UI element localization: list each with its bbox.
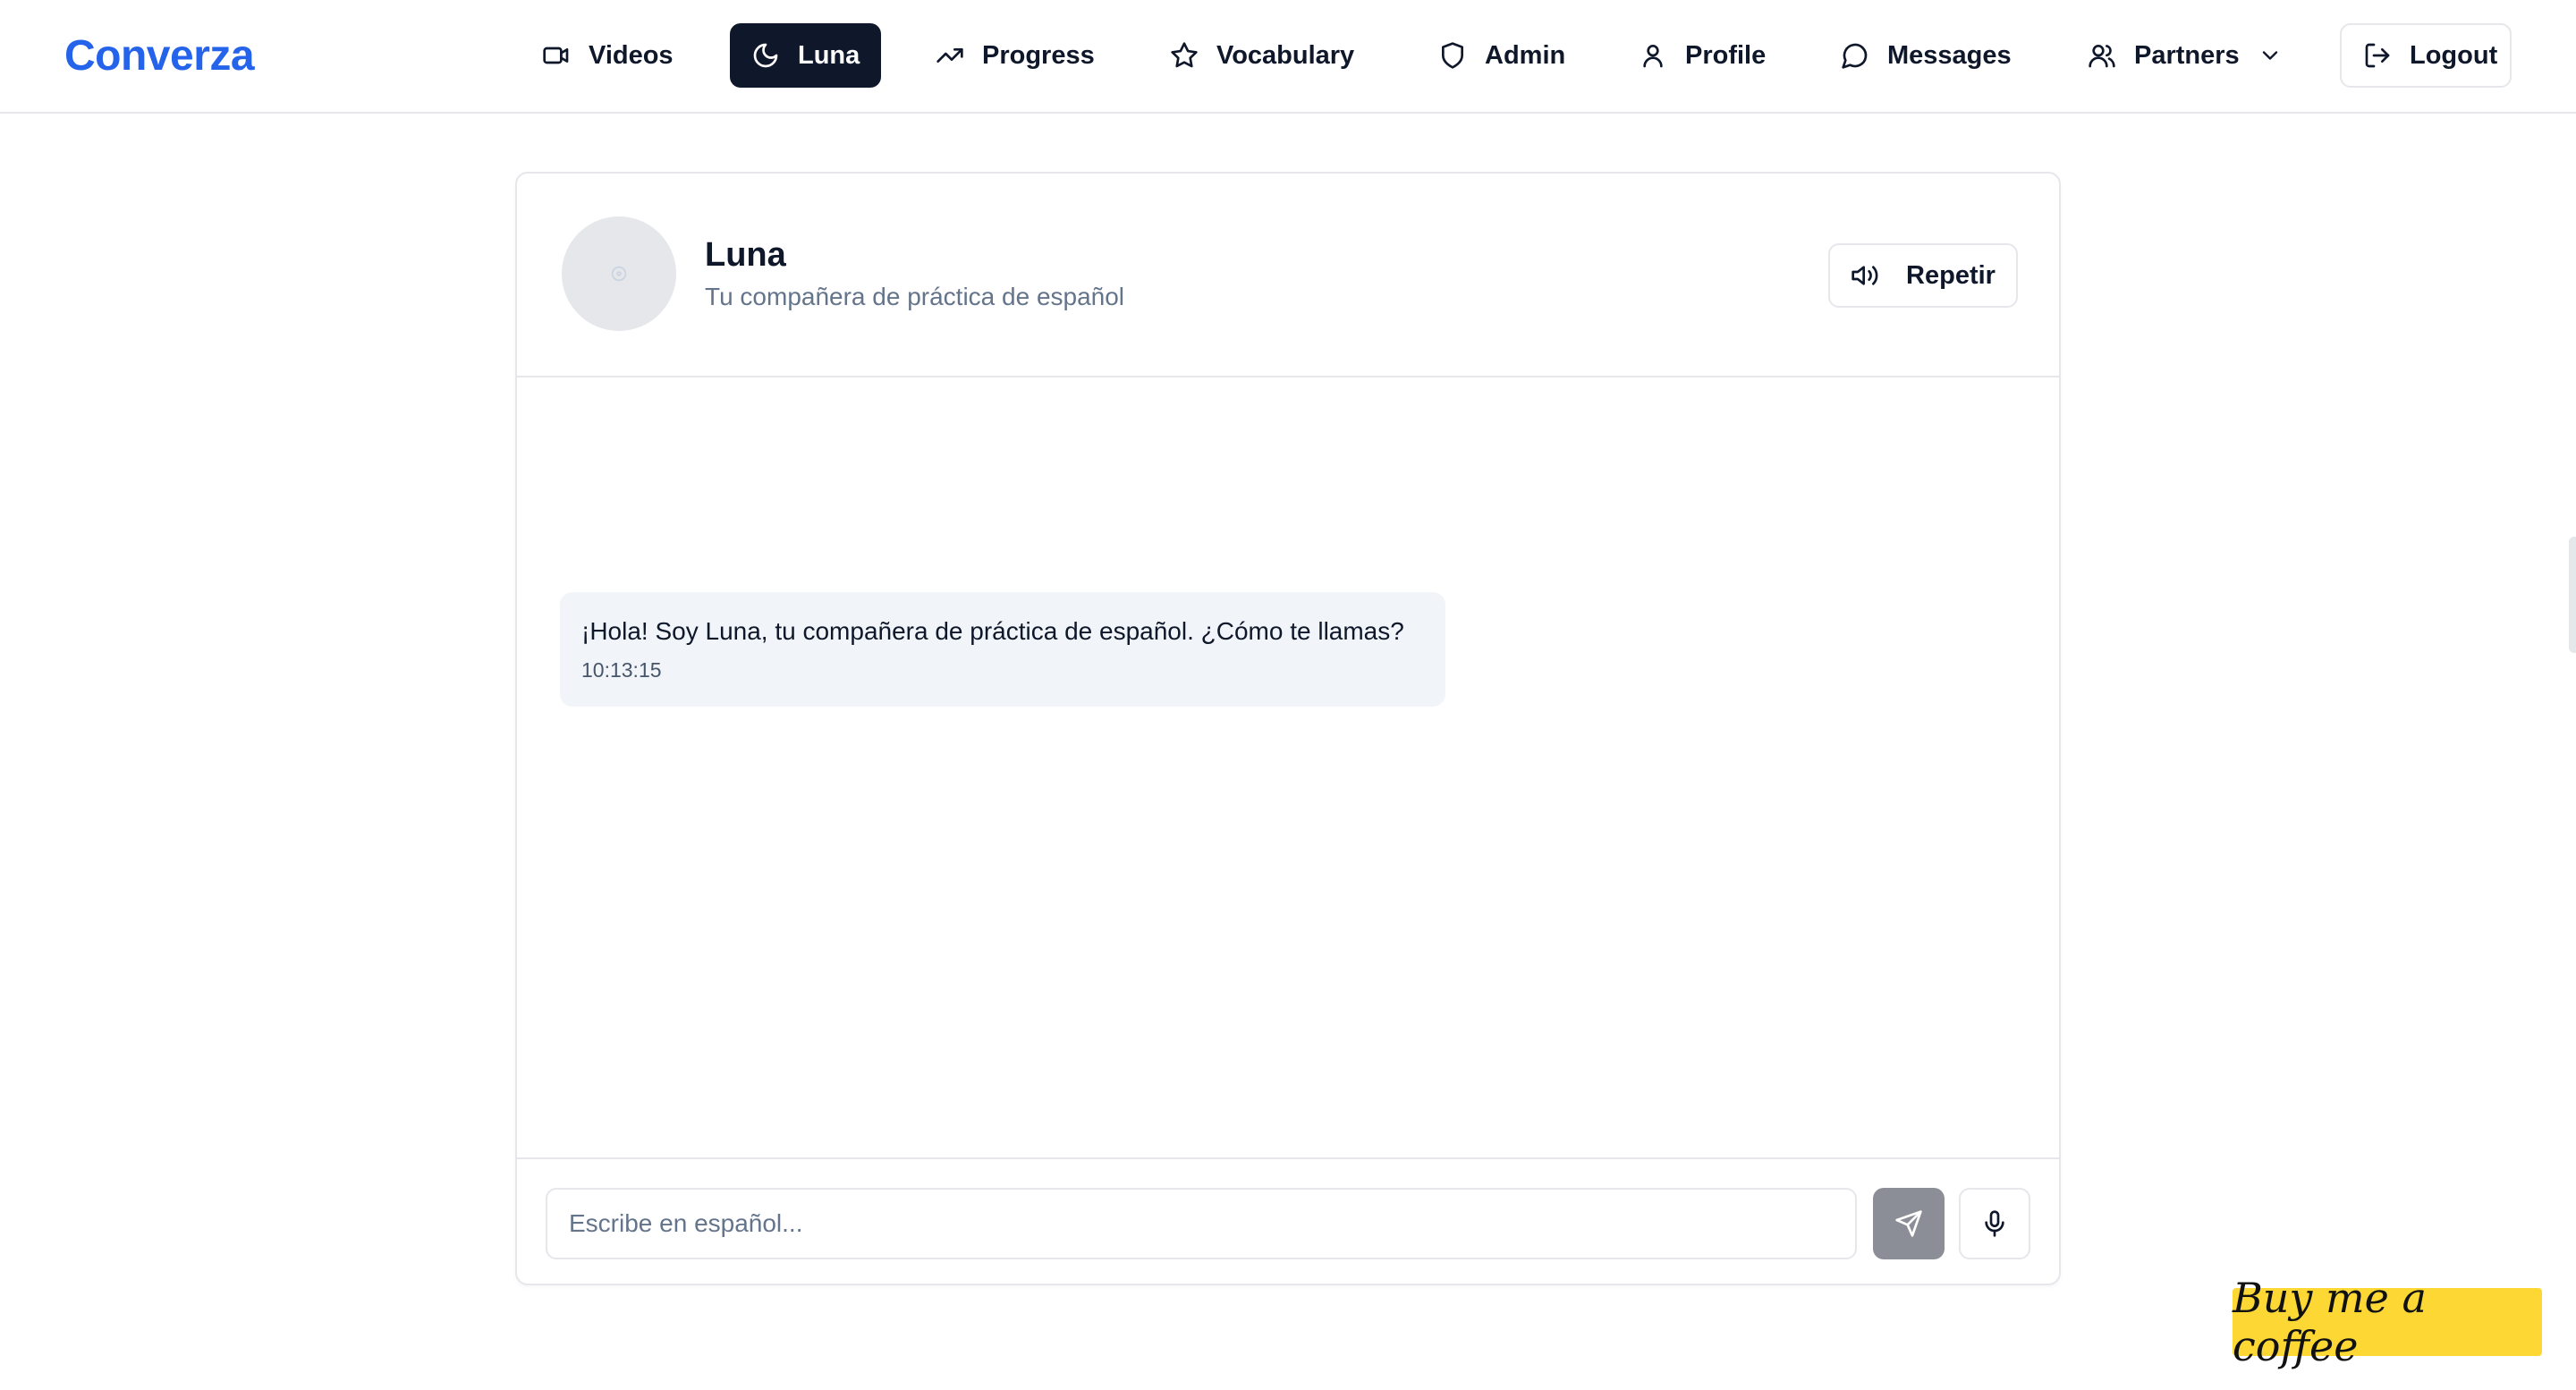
- message-text: ¡Hola! Soy Luna, tu compañera de práctic…: [581, 617, 1404, 645]
- nav-item-partners[interactable]: Partners: [2066, 23, 2304, 88]
- nav-label-profile: Profile: [1685, 40, 1767, 70]
- nav-label-videos: Videos: [589, 40, 674, 70]
- chevron-down-icon: [2262, 51, 2277, 60]
- message-list[interactable]: ¡Hola! Soy Luna, tu compañera de práctic…: [517, 379, 2059, 1159]
- message-composer: [517, 1157, 2059, 1285]
- repeat-label: Repetir: [1906, 260, 1996, 290]
- nav-item-messages[interactable]: Messages: [1819, 23, 2033, 88]
- speaker-icon: [1852, 266, 1878, 285]
- message-bubble: ¡Hola! Soy Luna, tu compañera de práctic…: [560, 592, 1445, 707]
- repeat-button[interactable]: Repetir: [1828, 243, 2018, 308]
- avatar-placeholder-icon: [611, 266, 627, 282]
- partner-name: Luna: [705, 236, 786, 274]
- message-input[interactable]: [546, 1188, 1857, 1259]
- users-icon: [2089, 45, 2115, 68]
- avatar: [562, 216, 676, 331]
- nav-item-progress[interactable]: Progress: [914, 23, 1116, 88]
- nav-item-admin[interactable]: Admin: [1417, 23, 1587, 88]
- send-button[interactable]: [1873, 1188, 1945, 1259]
- nav-item-vocabulary[interactable]: Vocabulary: [1148, 23, 1376, 88]
- user-icon: [1643, 45, 1663, 68]
- chat-header: Luna Tu compañera de práctica de español…: [517, 174, 2059, 377]
- microphone-icon: [1985, 1210, 2004, 1237]
- nav-item-profile[interactable]: Profile: [1617, 23, 1787, 88]
- nav-label-admin: Admin: [1485, 40, 1566, 70]
- nav-label-messages: Messages: [1887, 40, 2012, 70]
- logout-button[interactable]: Logout: [2340, 23, 2512, 88]
- nav-label-progress: Progress: [982, 40, 1095, 70]
- message-timestamp: 10:13:15: [581, 658, 662, 682]
- nav-item-luna[interactable]: Luna: [730, 23, 882, 88]
- nav-label-vocabulary: Vocabulary: [1216, 40, 1355, 70]
- nav-label-luna: Luna: [798, 40, 860, 70]
- chat-bubble-icon: [1842, 43, 1868, 69]
- logout-icon: [2365, 43, 2390, 68]
- send-icon: [1895, 1210, 1922, 1237]
- partner-subtitle: Tu compañera de práctica de español: [705, 283, 1125, 310]
- microphone-button[interactable]: [1959, 1188, 2030, 1259]
- video-camera-icon: [543, 47, 569, 64]
- moon-icon: [753, 43, 778, 68]
- trending-up-icon: [936, 47, 963, 63]
- chat-card: Luna Tu compañera de práctica de español…: [515, 172, 2061, 1285]
- side-edge-tab[interactable]: [2569, 537, 2576, 653]
- brand-logo[interactable]: Converza: [64, 30, 255, 82]
- star-icon: [1171, 42, 1198, 68]
- shield-icon: [1442, 42, 1463, 69]
- buy-me-a-coffee-button[interactable]: Buy me a coffee: [2233, 1274, 2542, 1370]
- logout-label: Logout: [2410, 40, 2498, 70]
- nav-label-partners: Partners: [2134, 40, 2240, 70]
- top-navigation: Converza Videos Luna Progress Vocabulary…: [0, 0, 2576, 114]
- nav-item-videos[interactable]: Videos: [521, 23, 695, 88]
